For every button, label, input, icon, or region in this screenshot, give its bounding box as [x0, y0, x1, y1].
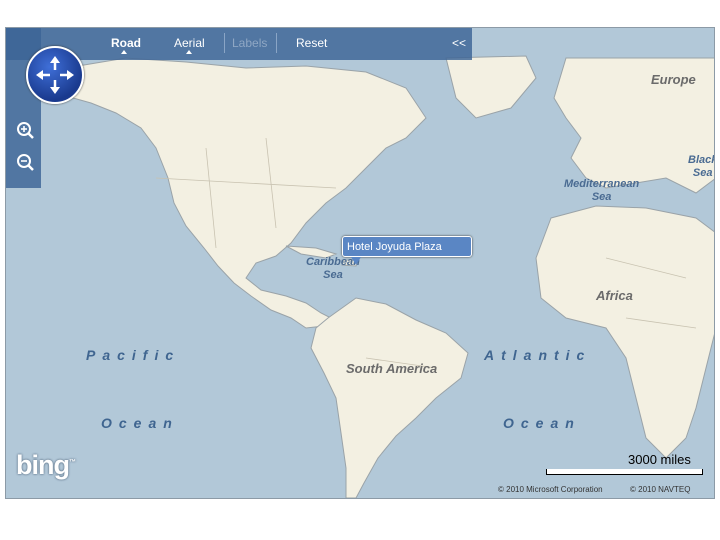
- tab-road[interactable]: Road: [111, 36, 141, 50]
- trademark-symbol: ™: [68, 459, 76, 466]
- bing-logo: bing™: [16, 450, 76, 481]
- label-black-sea-line1: Black: [688, 154, 715, 166]
- tab-labels[interactable]: Labels: [232, 36, 267, 50]
- copyright-microsoft: © 2010 Microsoft Corporation: [498, 485, 603, 494]
- label-pacific-ocean: Ocean: [101, 415, 179, 431]
- label-atlantic: Atlantic: [484, 347, 592, 363]
- label-mediterranean-line2: Sea: [591, 191, 612, 203]
- tab-divider: [276, 33, 277, 53]
- label-black-sea: Black Sea: [688, 154, 715, 180]
- label-mediterranean-line1: Mediterranean: [564, 178, 640, 190]
- reset-button[interactable]: Reset: [296, 36, 327, 50]
- pan-compass-icon[interactable]: [26, 46, 84, 104]
- label-atlantic-ocean: Ocean: [503, 415, 581, 431]
- pushpin-callout[interactable]: Hotel Joyuda Plaza: [342, 236, 472, 257]
- label-pacific: Pacific: [86, 347, 181, 363]
- bing-logo-text: bing: [16, 450, 70, 480]
- copyright-navteq: © 2010 NAVTEQ: [630, 485, 691, 494]
- tab-aerial[interactable]: Aerial: [174, 36, 205, 50]
- tab-aerial-caret-icon: [186, 50, 192, 54]
- scale-bar: [546, 469, 703, 475]
- zoom-out-icon[interactable]: [14, 152, 36, 174]
- label-mediterranean-sea: Mediterranean Sea: [564, 178, 639, 204]
- scale-label: 3000 miles: [628, 452, 691, 467]
- collapse-toolbar-button[interactable]: <<: [452, 36, 466, 50]
- tab-divider: [224, 33, 225, 53]
- label-south-america: South America: [346, 361, 438, 376]
- label-africa: Africa: [596, 288, 633, 303]
- active-tab-caret-icon: [121, 50, 127, 54]
- label-europe: Europe: [651, 72, 696, 87]
- map-viewport[interactable]: Europe Black Sea Mediterranean Sea Carib…: [5, 27, 715, 499]
- label-black-sea-line2: Sea: [692, 167, 713, 179]
- pushpin-pointer-icon: [351, 257, 361, 265]
- zoom-in-icon[interactable]: [14, 120, 36, 142]
- label-caribbean-line2: Sea: [323, 269, 343, 281]
